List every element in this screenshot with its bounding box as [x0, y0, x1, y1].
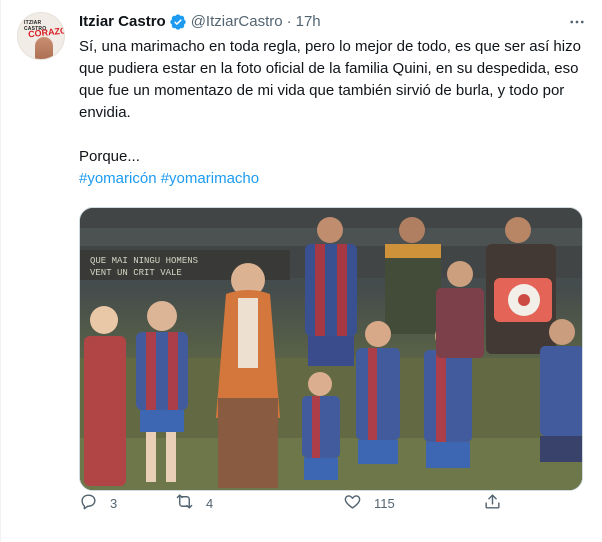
tweet-paragraph-2: Porque... — [79, 148, 140, 165]
share-button[interactable] — [483, 492, 502, 514]
hashtag-link[interactable]: #yomaricón — [79, 170, 157, 187]
tweet-paragraph-1: Sí, una marimacho en toda regla, pero lo… — [79, 38, 581, 121]
hashtag-list: #yomaricón #yomarimacho — [79, 168, 583, 190]
like-count: 115 — [374, 495, 395, 511]
heart-icon — [343, 492, 362, 514]
author-handle[interactable]: @ItziarCastro — [191, 12, 283, 32]
verified-badge-icon — [169, 13, 187, 31]
tweet-header: Itziar Castro @ItziarCastro · 17h — [79, 12, 321, 32]
retweet-icon — [175, 492, 194, 514]
avatar-figure — [35, 37, 53, 59]
tweet-card[interactable]: ITZIAR CASTRO CORAZÓN Itziar Castro @Itz… — [0, 0, 602, 542]
author-name[interactable]: Itziar Castro — [79, 12, 166, 32]
share-icon — [483, 492, 502, 514]
avatar[interactable]: ITZIAR CASTRO CORAZÓN — [17, 12, 65, 60]
retweet-count: 4 — [206, 495, 214, 511]
tweet-timestamp[interactable]: 17h — [296, 12, 321, 32]
tweet-text: Sí, una marimacho en toda regla, pero lo… — [79, 36, 583, 190]
reply-icon — [79, 492, 98, 514]
photo-illustration: QUE MAI NINGU HOMENS VENT UN CRIT VALE — [80, 208, 582, 490]
retweet-button[interactable]: 4 — [175, 492, 213, 514]
separator-dot: · — [286, 13, 292, 30]
more-icon[interactable] — [566, 12, 588, 32]
reply-button[interactable]: 3 — [79, 492, 117, 514]
reply-count: 3 — [110, 495, 118, 511]
like-button[interactable]: 115 — [343, 492, 395, 514]
tweet-photo[interactable]: QUE MAI NINGU HOMENS VENT UN CRIT VALE — [79, 207, 583, 491]
hashtag-link[interactable]: #yomarimacho — [161, 170, 259, 187]
